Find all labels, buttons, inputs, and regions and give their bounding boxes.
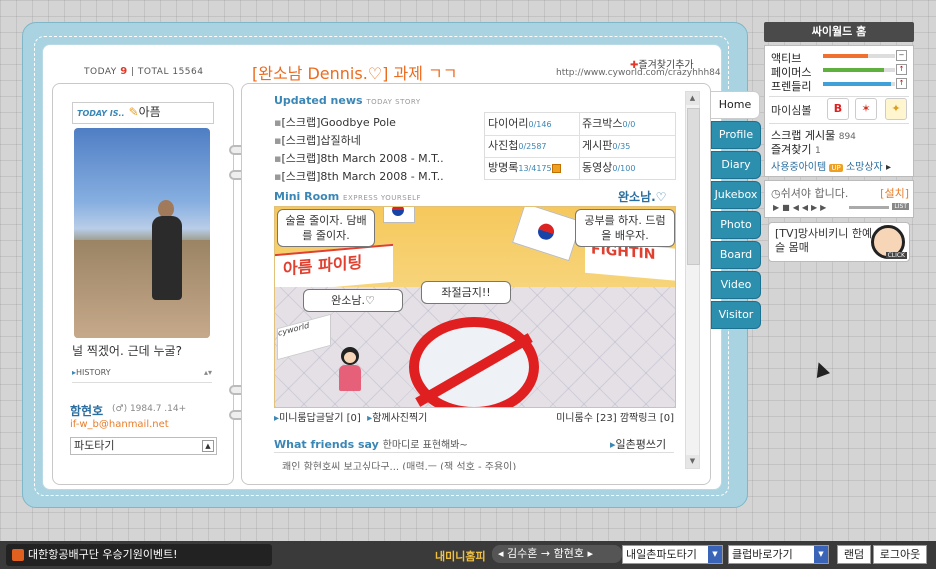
scroll-up-icon[interactable]: ▲ [686,92,699,105]
tab-video[interactable]: Video [711,271,761,299]
tab-photo[interactable]: Photo [711,211,761,239]
music-title: ◷쉬셔야 합니다. [771,187,849,200]
crab-symbol-icon[interactable]: ✶ [855,98,877,120]
pencil-icon: ✎ [128,105,139,119]
volume-slider[interactable] [849,206,889,209]
count-video[interactable]: 동영상0/100 [579,158,674,178]
tab-home[interactable]: Home [711,91,760,119]
comment-link[interactable]: 미니룸답글달기 [0] [279,413,361,424]
minus-icon[interactable]: − [896,50,907,61]
count-guestbook[interactable]: 방명록13/4175 [485,158,580,178]
menu-counts: 다이어리0/146 쥬크박스0/0 사진첩0/2587 게시판0/35 방명록1… [484,112,676,180]
player-controls[interactable]: ▶■◀◀▶▶ [773,203,829,212]
banner-left: 아름 파이팅 [275,243,393,293]
mini-room-footer: ▸미니룸답글달기 [0] ▸함께사진찍기 미니룸수 [23] 깜짝링크 [0] [274,413,674,424]
club-select[interactable]: 클럽바로가기 ▼ [728,545,829,564]
favorite-count: 즐겨찾기 1 [771,143,821,156]
clock-icon: ◷ [771,187,781,200]
updated-item[interactable]: ▪[스크랩]삽질하네 [274,132,361,148]
my-minihompy-link[interactable]: 내미니홈피 [435,548,486,564]
count-jukebox[interactable]: 쥬크박스0/0 [579,114,674,134]
stat-friendly: 프렌들리 ↑ [771,78,909,94]
profile-caption: 널 찍겠어. 근데 누굴? [72,344,182,358]
scroll-down-icon[interactable]: ▼ [686,455,699,468]
surprise-link[interactable]: 깜짝링크 [0] [620,413,674,424]
divider [274,452,674,453]
arrow-up-icon[interactable]: ↑ [896,78,907,89]
used-items-link[interactable]: 사용중아이템 UP 소망상자 ▸ [771,158,891,173]
tab-visitor[interactable]: Visitor [711,301,761,329]
speech-bubble: 공부를 하자. 드럼을 배우자. [575,209,675,247]
owner-email[interactable]: if-w_b@hanmail.net [70,419,169,430]
tab-jukebox[interactable]: Jukebox [711,181,761,209]
logout-button[interactable]: 로그아웃 [873,545,927,564]
history-toggle[interactable]: ▸HISTORY ▴▾ [72,368,212,383]
my-symbol-label: 마이심볼 [771,104,812,117]
navigation-path: ◂ 김수혼 → 함현호 ▸ [492,545,622,563]
chevron-down-icon: ▼ [708,546,722,563]
random-button[interactable]: 랜덤 [837,545,871,564]
scrollbar[interactable]: ▲ ▼ [685,91,700,469]
friends-title: What friends say 한마디로 표현해봐~ [274,438,468,451]
count-board[interactable]: 게시판0/35 [579,136,674,156]
mouse-cursor-icon [812,360,830,378]
owner-birth: (♂) 1984.7 .14+ [112,404,187,414]
visit-counter: TODAY 9 | TOTAL 15564 [84,66,204,77]
updated-news-title: Updated news TODAY STORY [274,94,421,107]
mini-room-scene[interactable]: 아름 파이팅 FIGHTIN cyworld 술을 줄이자. 담배를 줄이자. … [274,206,676,408]
ilchon-wave-select[interactable]: 내일촌파도타기 ▼ [622,545,723,564]
no-entry-sign [409,317,539,407]
wave-select[interactable]: 파도타기 ▲ [70,437,217,455]
count-diary[interactable]: 다이어리0/146 [485,114,580,134]
event-banner[interactable]: 대한항공배구단 우승기원이벤트! [6,544,272,566]
speech-bubble: 완소남.♡ [303,289,403,312]
updated-item[interactable]: ▪[스크랩]Goodbye Pole [274,114,396,130]
tv-ad[interactable]: [TV]망사비키니 한예슬 몸매 CLICK [768,222,910,262]
tab-profile[interactable]: Profile [711,121,761,149]
b-symbol-icon[interactable]: B [827,98,849,120]
mini-room-owner: 완소남.♡ [618,190,667,204]
write-ilchon-button[interactable]: ▸일촌평쓰기 [610,436,666,452]
music-player: ◷쉬셔야 합니다. [설치] ▶■◀◀▶▶ LIST [764,180,914,218]
avatar[interactable] [337,347,363,393]
gift-icon [12,549,24,561]
playlist-button[interactable]: LIST [892,203,909,210]
updated-item[interactable]: ▪[스크랩]8th March 2008 - M.T.. [274,150,444,166]
music-install-link[interactable]: [설치] [880,185,909,201]
side-info-box: 액티브 − 페이머스 ↑ 프렌들리 ↑ 마이심볼 B ✶ ✦ 스크랩 게시물 8… [764,45,914,177]
friends-comment: 쾌인 함현호씨 보고싶다구... (매력.ㅡ (잭 석호 - 주용이) [282,462,517,470]
today-mood: TODAY IS.. ✎아픔 [72,102,214,124]
cyworld-home-button[interactable]: 싸이월드 홈 [764,22,914,42]
flag-small [383,207,415,223]
speech-bubble: 술을 줄이자. 담배를 줄이자. [277,209,375,247]
scroll-thumb[interactable] [687,108,700,265]
speech-bubble: 좌절금지!! [421,281,511,304]
profile-photo[interactable] [74,128,210,338]
tab-board[interactable]: Board [711,241,761,269]
count-photo[interactable]: 사진첩0/2587 [485,136,580,156]
mini-room-title: Mini Room EXPRESS YOURSELF [274,190,422,203]
chevron-up-icon: ▲ [202,440,214,452]
owner-name: 함현호 [70,404,104,418]
triangles-icon: ▴▾ [203,368,212,377]
bird-symbol-icon[interactable]: ✦ [885,98,907,120]
updated-item[interactable]: ▪[스크랩]8th March 2008 - M.T.. [274,168,444,184]
korean-flag [511,207,583,262]
page-title: [완소남 Dennis.♡] 과제 ㄱㄱ [252,64,458,83]
site-url[interactable]: http://www.cyworld.com/crazyhhh84 [556,68,721,78]
new-icon [551,163,561,173]
arrow-up-icon[interactable]: ↑ [896,64,907,75]
photo-link[interactable]: 함께사진찍기 [372,413,427,424]
chevron-down-icon: ▼ [814,546,828,563]
tab-diary[interactable]: Diary [711,151,761,179]
